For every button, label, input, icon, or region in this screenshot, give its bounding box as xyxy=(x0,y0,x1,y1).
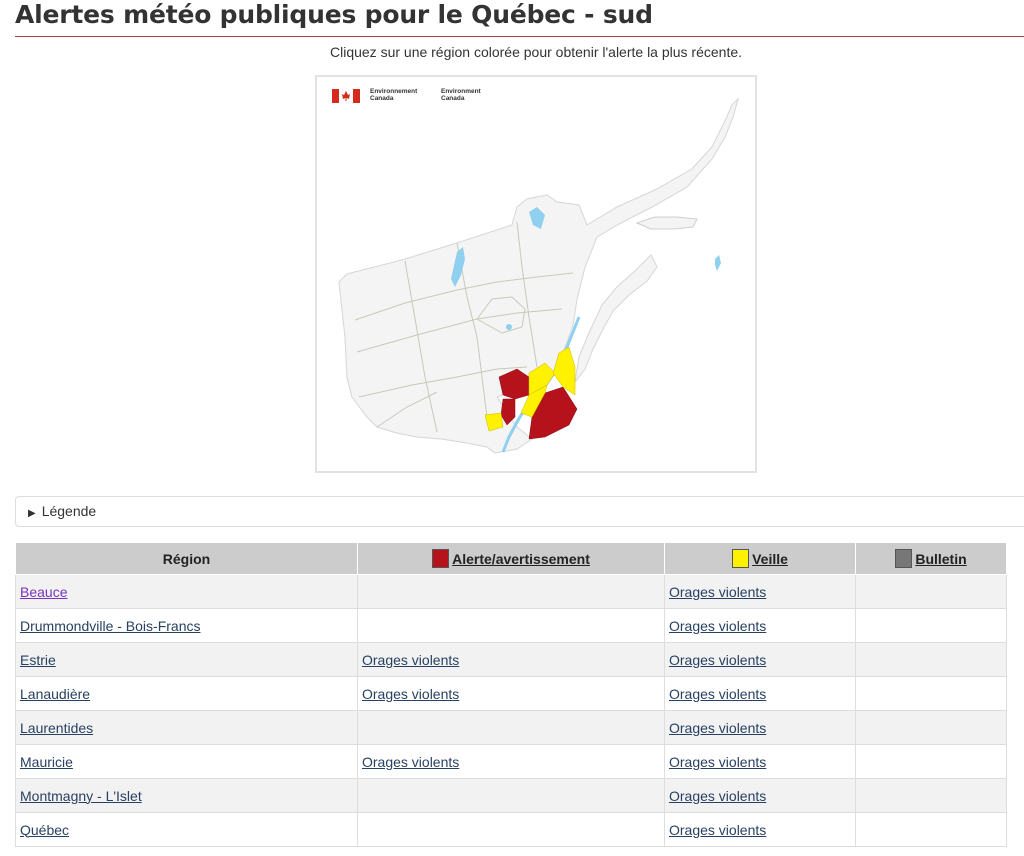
region-link-quebec[interactable]: Québec xyxy=(20,822,69,838)
watch-cell: Orages violents xyxy=(664,676,856,711)
legend-label: Légende xyxy=(41,503,97,519)
bulletin-cell xyxy=(855,676,1007,711)
region-link-beauce[interactable]: Beauce xyxy=(20,584,67,600)
watch-link[interactable]: Orages violents xyxy=(669,788,766,804)
alert-cell xyxy=(357,710,665,745)
watch-link[interactable]: Orages violents xyxy=(669,618,766,634)
region-link-laurentides[interactable]: Laurentides xyxy=(20,720,93,736)
logo-text-fr-2: Canada xyxy=(370,95,394,102)
region-link-estrie[interactable]: Estrie xyxy=(20,652,56,668)
watch-link[interactable]: Orages violents xyxy=(669,584,766,600)
legend-toggle[interactable]: ▶ Légende xyxy=(15,496,1024,527)
alert-cell: Orages violents xyxy=(357,642,665,677)
alert-cell xyxy=(357,812,665,847)
region-cell: Drummondville - Bois-Francs xyxy=(15,608,358,643)
header-region: Région xyxy=(15,542,358,575)
table-row: Lanaudière Orages violents Orages violen… xyxy=(15,676,1007,711)
table-row: Mauricie Orages violents Orages violents xyxy=(15,744,1007,779)
watch-cell: Orages violents xyxy=(664,744,856,779)
watch-cell: Orages violents xyxy=(664,608,856,643)
bulletin-cell xyxy=(855,574,1007,609)
alert-cell xyxy=(357,574,665,609)
header-watch[interactable]: Veille xyxy=(664,542,856,575)
watch-link[interactable]: Orages violents xyxy=(669,720,766,736)
gaspe-peninsula xyxy=(574,254,658,383)
watch-color-swatch xyxy=(732,549,750,568)
region-link-montmagny[interactable]: Montmagny - L'Islet xyxy=(20,788,142,804)
alert-cell xyxy=(357,778,665,813)
table-row: Laurentides Orages violents xyxy=(15,710,1007,745)
alert-cell xyxy=(357,608,665,643)
alerts-table: Région Alerte/avertissement Veille Bulle… xyxy=(15,542,1007,847)
alert-link[interactable]: Orages violents xyxy=(362,652,459,668)
canada-flag-icon xyxy=(332,89,360,103)
region-cell: Laurentides xyxy=(15,710,358,745)
bulletin-cell xyxy=(855,778,1007,813)
table-row: Drummondville - Bois-Francs Orages viole… xyxy=(15,608,1007,643)
logo-text-en-2: Canada xyxy=(441,95,465,102)
alert-cell: Orages violents xyxy=(357,744,665,779)
table-row: Estrie Orages violents Orages violents xyxy=(15,642,1007,677)
bulletin-cell xyxy=(855,608,1007,643)
watch-cell: Orages violents xyxy=(664,778,856,813)
watch-link[interactable]: Orages violents xyxy=(669,652,766,668)
watch-link[interactable]: Orages violents xyxy=(669,754,766,770)
expand-triangle-icon: ▶ xyxy=(28,508,36,519)
table-row: Québec Orages violents xyxy=(15,812,1007,847)
header-bulletin-link[interactable]: Bulletin xyxy=(915,551,966,567)
bulletin-cell xyxy=(855,710,1007,745)
header-alert[interactable]: Alerte/avertissement xyxy=(357,542,665,575)
bulletin-cell xyxy=(855,812,1007,847)
header-alert-link[interactable]: Alerte/avertissement xyxy=(452,551,590,567)
alert-color-swatch xyxy=(432,549,450,568)
region-cell: Montmagny - L'Islet xyxy=(15,778,358,813)
region-cell: Estrie xyxy=(15,642,358,677)
table-row: Montmagny - L'Islet Orages violents xyxy=(15,778,1007,813)
logo-text-en-1: Environment xyxy=(441,88,482,95)
watch-cell: Orages violents xyxy=(664,710,856,745)
watch-cell: Orages violents xyxy=(664,574,856,609)
table-row: Beauce Orages violents xyxy=(15,574,1007,609)
alert-link[interactable]: Orages violents xyxy=(362,686,459,702)
region-cell: Beauce xyxy=(15,574,358,609)
title-divider xyxy=(15,36,1024,37)
alert-cell: Orages violents xyxy=(357,676,665,711)
table-header-row: Région Alerte/avertissement Veille Bulle… xyxy=(15,542,1007,575)
page-title: Alertes météo publiques pour le Québec -… xyxy=(15,0,653,29)
watch-cell: Orages violents xyxy=(664,642,856,677)
watch-cell: Orages violents xyxy=(664,812,856,847)
bulletin-color-swatch xyxy=(895,549,913,568)
region-link-mauricie[interactable]: Mauricie xyxy=(20,754,73,770)
quebec-map: Environnement Canada Environment Canada xyxy=(332,88,739,454)
weather-alert-map: Environnement Canada Environment Canada xyxy=(315,75,757,473)
region-cell: Mauricie xyxy=(15,744,358,779)
bulletin-cell xyxy=(855,744,1007,779)
map-instruction: Cliquez sur une région colorée pour obte… xyxy=(329,44,743,60)
region-cell: Lanaudière xyxy=(15,676,358,711)
region-link-lanaudiere[interactable]: Lanaudière xyxy=(20,686,90,702)
region-link-drummondville[interactable]: Drummondville - Bois-Francs xyxy=(20,618,200,634)
watch-link[interactable]: Orages violents xyxy=(669,822,766,838)
logo-text-fr-1: Environnement xyxy=(370,88,418,95)
header-watch-link[interactable]: Veille xyxy=(752,551,788,567)
anticosti-island xyxy=(635,216,698,230)
region-cell: Québec xyxy=(15,812,358,847)
alert-link[interactable]: Orages violents xyxy=(362,754,459,770)
watch-link[interactable]: Orages violents xyxy=(669,686,766,702)
header-bulletin[interactable]: Bulletin xyxy=(855,542,1007,575)
bulletin-cell xyxy=(855,642,1007,677)
